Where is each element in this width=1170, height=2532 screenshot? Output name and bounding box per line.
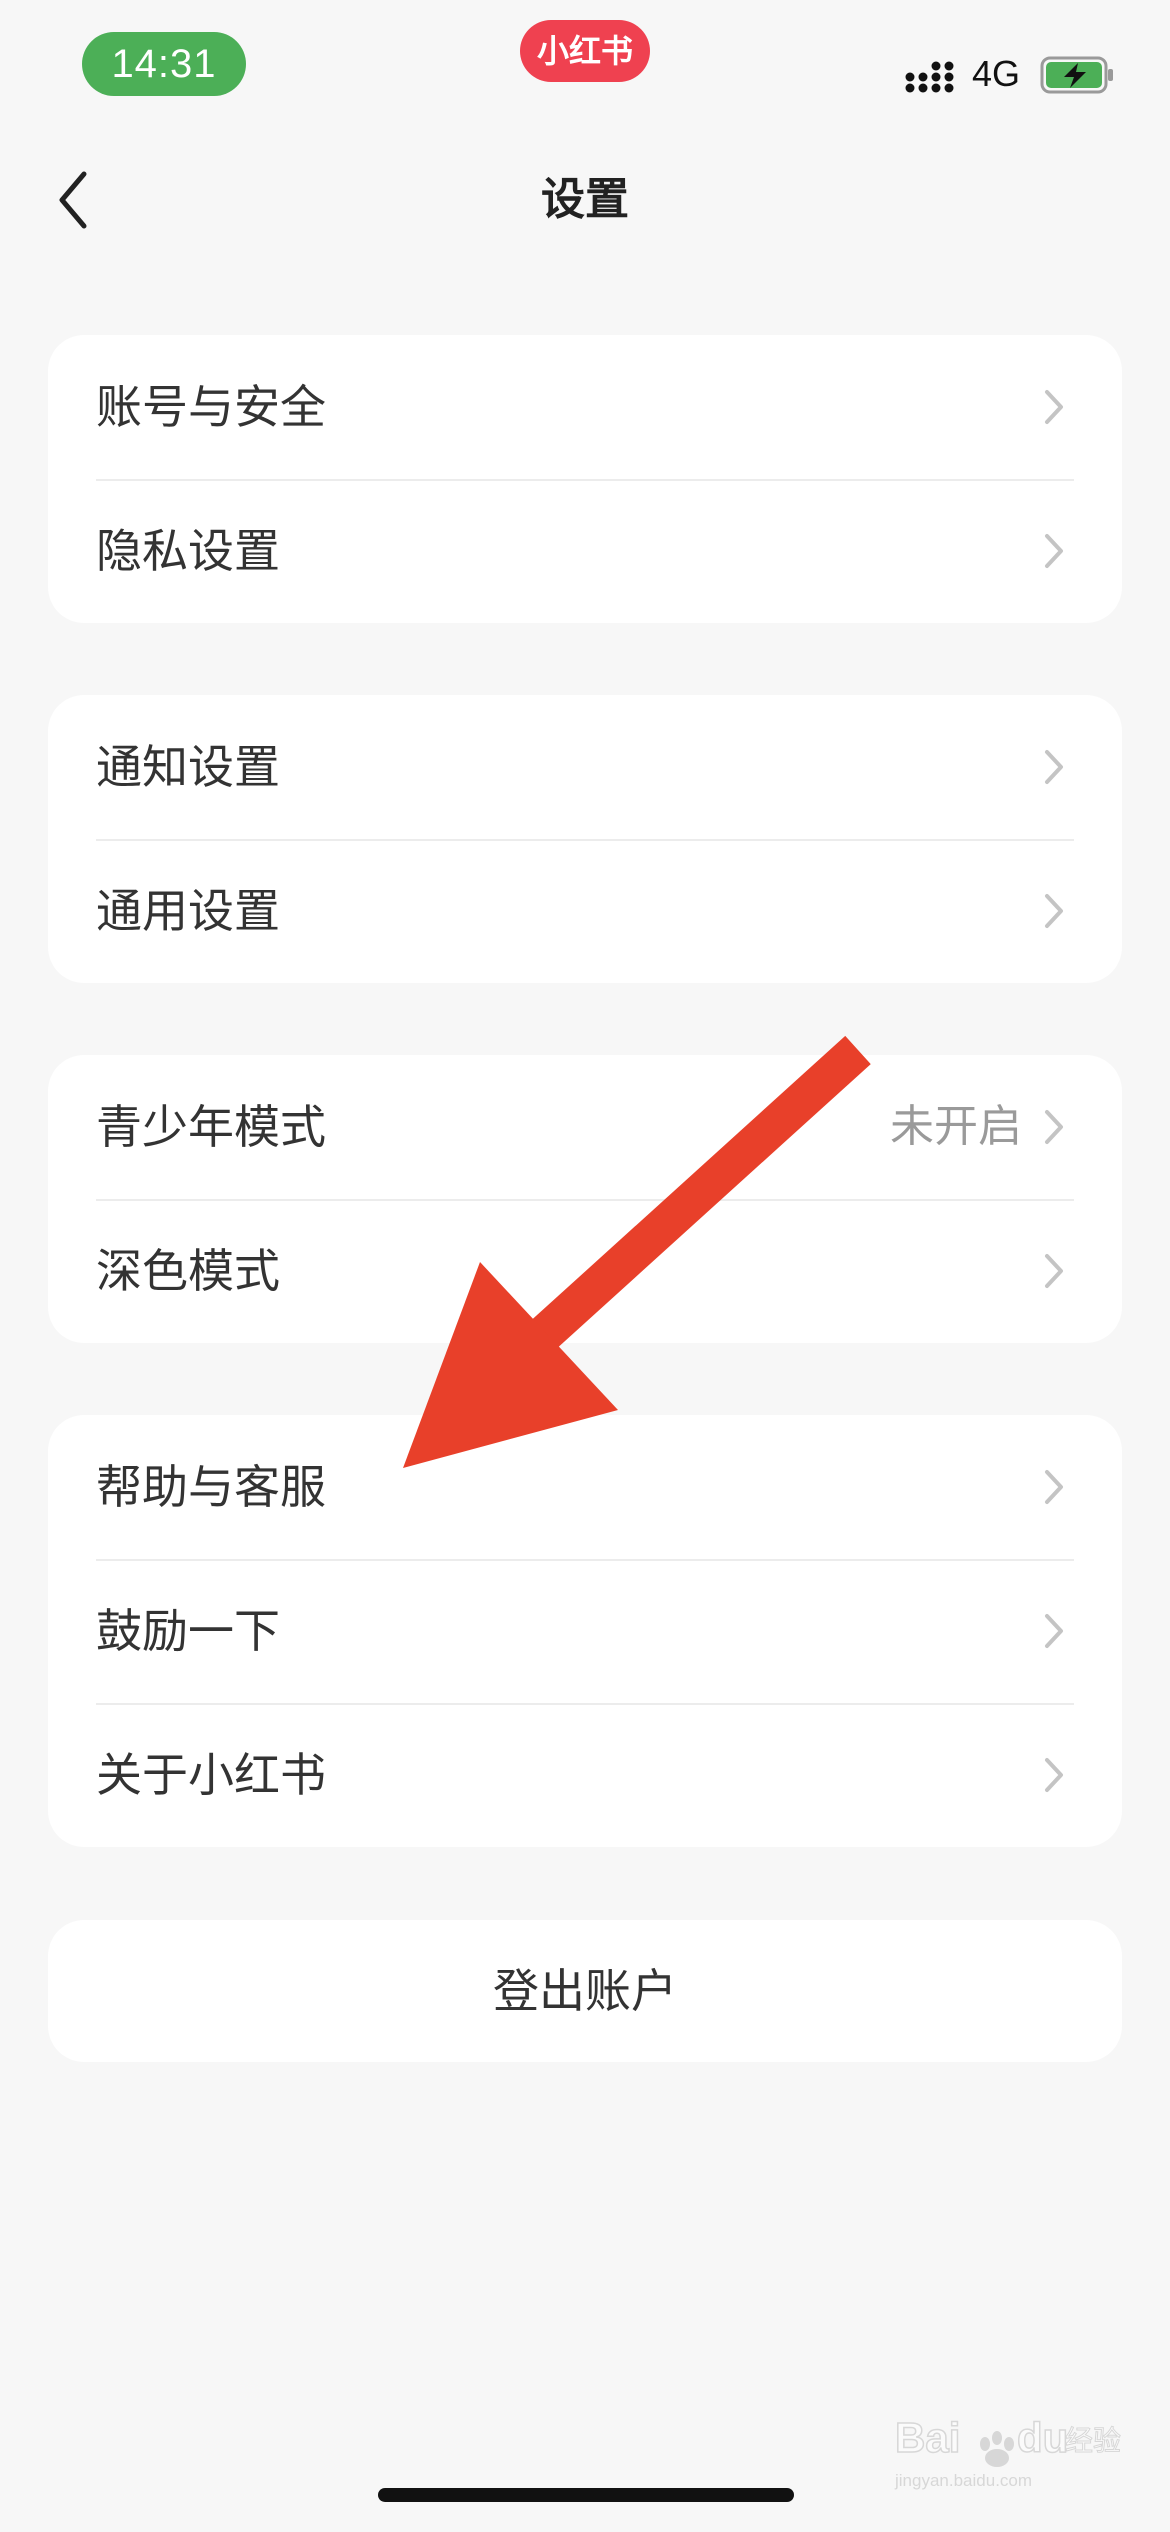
page-title: 设置	[541, 174, 629, 225]
settings-item-label: 通用设置	[96, 884, 280, 938]
teen-mode-status: 未开启	[890, 1101, 1022, 1152]
settings-item-dark-mode[interactable]: 深色模式	[48, 1199, 1122, 1343]
chevron-right-icon	[1045, 1254, 1063, 1288]
settings-item-label: 账号与安全	[96, 380, 326, 434]
settings-item-label: 鼓励一下	[96, 1604, 280, 1658]
settings-item-privacy[interactable]: 隐私设置	[48, 479, 1122, 623]
logout-button[interactable]: 登出账户	[48, 1920, 1122, 2062]
settings-item-general[interactable]: 通用设置	[48, 839, 1122, 983]
nav-bar: 设置	[0, 150, 1170, 250]
settings-item-label: 通知设置	[96, 740, 280, 794]
settings-item-label: 深色模式	[96, 1244, 280, 1298]
chevron-right-icon	[1045, 1470, 1063, 1504]
settings-item-label: 关于小红书	[96, 1748, 326, 1802]
chevron-right-icon	[1045, 1614, 1063, 1648]
settings-item-account-security[interactable]: 账号与安全	[48, 335, 1122, 479]
settings-group-modes: 青少年模式 未开启 深色模式	[48, 1055, 1122, 1343]
svg-text:du: du	[1017, 2414, 1068, 2461]
settings-item-label: 帮助与客服	[96, 1460, 326, 1514]
chevron-right-icon	[1045, 1110, 1063, 1144]
signal-icon	[905, 61, 954, 93]
settings-item-label: 青少年模式	[96, 1100, 326, 1154]
settings-item-notifications[interactable]: 通知设置	[48, 695, 1122, 839]
home-indicator[interactable]	[378, 2488, 794, 2502]
status-time: 14:31	[82, 32, 246, 96]
baidu-jingyan-watermark: Bai du 经验 jingyan.baidu.com	[894, 2413, 1122, 2490]
settings-group-account: 账号与安全 隐私设置	[48, 335, 1122, 623]
network-type: 4G	[972, 53, 1021, 94]
settings-item-label: 隐私设置	[96, 524, 280, 578]
chevron-right-icon	[1045, 750, 1063, 784]
chevron-left-icon	[59, 171, 87, 229]
chevron-right-icon	[1045, 390, 1063, 424]
chevron-right-icon	[1045, 1758, 1063, 1792]
svg-text:Bai: Bai	[895, 2414, 960, 2461]
settings-item-encourage[interactable]: 鼓励一下	[48, 1559, 1122, 1703]
battery-charging-icon	[1040, 56, 1113, 94]
app-badge: 小红书	[520, 20, 650, 82]
svg-text:jingyan.baidu.com: jingyan.baidu.com	[894, 2471, 1032, 2490]
settings-group-help: 帮助与客服 鼓励一下 关于小红书	[48, 1415, 1122, 1847]
settings-group-notifications: 通知设置 通用设置	[48, 695, 1122, 983]
back-button[interactable]	[38, 160, 108, 240]
chevron-right-icon	[1045, 894, 1063, 928]
status-bar: 14:31 小红书 4G	[0, 0, 1170, 130]
settings-item-teen-mode[interactable]: 青少年模式 未开启	[48, 1055, 1122, 1199]
settings-item-about[interactable]: 关于小红书	[48, 1703, 1122, 1847]
settings-item-help-support[interactable]: 帮助与客服	[48, 1415, 1122, 1559]
svg-text:经验: 经验	[1065, 2424, 1121, 2457]
chevron-right-icon	[1045, 534, 1063, 568]
